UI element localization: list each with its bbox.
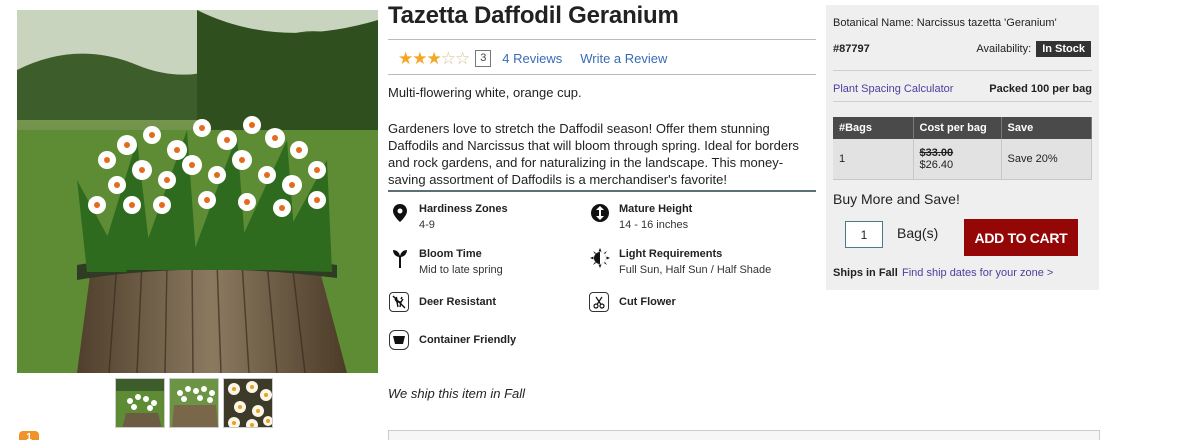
table-header: Save [1001, 117, 1092, 139]
purchase-panel: Botanical Name: Narcissus tazetta 'Geran… [826, 5, 1099, 290]
notification-badge[interactable]: 1 [19, 431, 39, 440]
feature-title: Light Requirements [619, 248, 723, 260]
quantity-input[interactable] [845, 221, 883, 248]
feature-title: Cut Flower [619, 295, 676, 308]
review-count-box: 3 [475, 49, 492, 67]
panel-divider [833, 101, 1092, 102]
old-price: $33.00 [919, 146, 954, 159]
new-price: $26.40 [919, 158, 954, 171]
tabs-container [388, 430, 1100, 440]
add-to-cart-button[interactable]: ADD TO CART [964, 219, 1078, 256]
feature-title: Deer Resistant [419, 295, 497, 308]
feature-value: 14 - 16 inches [619, 219, 689, 231]
table-header: Cost per bag [913, 117, 1002, 139]
feature-value: Mid to late spring [419, 264, 503, 276]
table-row: 1 $33.00 $26.40 Save 20% [833, 139, 1092, 180]
product-main-image[interactable] [17, 10, 378, 373]
long-description: Gardeners love to stretch the Daffodil s… [388, 121, 799, 187]
sun-icon [589, 247, 611, 269]
spacing-calculator-link[interactable]: Plant Spacing Calculator [833, 83, 953, 95]
feature-hardiness: Hardiness Zones 4-9 [389, 202, 508, 233]
product-title: Tazetta Daffodil Geranium [388, 2, 679, 29]
availability: Availability: In Stock [976, 41, 1091, 57]
stock-badge: In Stock [1036, 41, 1091, 57]
ship-dates-link[interactable]: Find ship dates for your zone > [902, 267, 1053, 279]
star-icon: ★ [412, 48, 427, 68]
write-review-link[interactable]: Write a Review [580, 51, 667, 66]
features-divider [388, 190, 816, 192]
cut-flower-icon [589, 292, 609, 312]
price-cell: $33.00 $26.40 [913, 139, 1002, 180]
feature-title: Container Friendly [419, 333, 517, 346]
price-table: #Bags Cost per bag Save 1 $33.00 $26.40 … [833, 117, 1092, 180]
panel-divider [833, 70, 1092, 71]
container-icon [389, 330, 409, 350]
feature-title: Bloom Time [419, 248, 482, 260]
feature-container: Container Friendly [389, 330, 516, 350]
feature-cut: Cut Flower [589, 292, 676, 312]
height-icon [589, 202, 611, 224]
star-rating[interactable]: ★★★☆☆ [398, 48, 470, 68]
ship-note: We ship this item in Fall [388, 386, 526, 401]
rating-divider [388, 74, 816, 75]
thumbnail-1[interactable] [115, 378, 165, 428]
save-cell: Save 20% [1001, 139, 1092, 180]
short-description: Multi-flowering white, orange cup. [388, 85, 582, 100]
ships-season: Ships in Fall [833, 267, 898, 279]
bags-label: Bag(s) [897, 225, 939, 241]
sprout-icon [389, 247, 411, 269]
feature-title: Mature Height [619, 203, 693, 215]
feature-title: Hardiness Zones [419, 203, 508, 215]
star-empty-icon: ☆ [455, 48, 470, 68]
thumbnail-2[interactable] [169, 378, 219, 428]
star-icon: ★ [426, 48, 442, 68]
thumbnail-strip [115, 378, 273, 428]
table-header: #Bags [833, 117, 914, 139]
buy-more-heading: Buy More and Save! [833, 191, 960, 207]
packed-info: Packed 100 per bag [989, 83, 1092, 95]
availability-label: Availability: [976, 43, 1032, 55]
reviews-link[interactable]: 4 Reviews [502, 51, 562, 66]
feature-height: Mature Height 14 - 16 inches [589, 202, 692, 233]
star-icon: ★ [398, 48, 413, 68]
botanical-name: Botanical Name: Narcissus tazetta 'Geran… [833, 17, 1057, 29]
bags-cell: 1 [833, 139, 914, 180]
map-pin-icon [389, 202, 411, 224]
sku: #87797 [833, 43, 870, 55]
feature-deer: Deer Resistant [389, 292, 496, 312]
feature-bloom: Bloom Time Mid to late spring [389, 247, 503, 278]
feature-value: 4-9 [419, 219, 435, 231]
star-empty-icon: ☆ [440, 48, 456, 68]
deer-resistant-icon [389, 292, 409, 312]
feature-light: Light Requirements Full Sun, Half Sun / … [589, 247, 771, 278]
thumbnail-3[interactable] [223, 378, 273, 428]
rating-row: ★★★☆☆ 3 4 Reviews Write a Review [398, 48, 667, 68]
feature-value: Full Sun, Half Sun / Half Shade [619, 264, 772, 276]
title-divider [388, 39, 816, 40]
